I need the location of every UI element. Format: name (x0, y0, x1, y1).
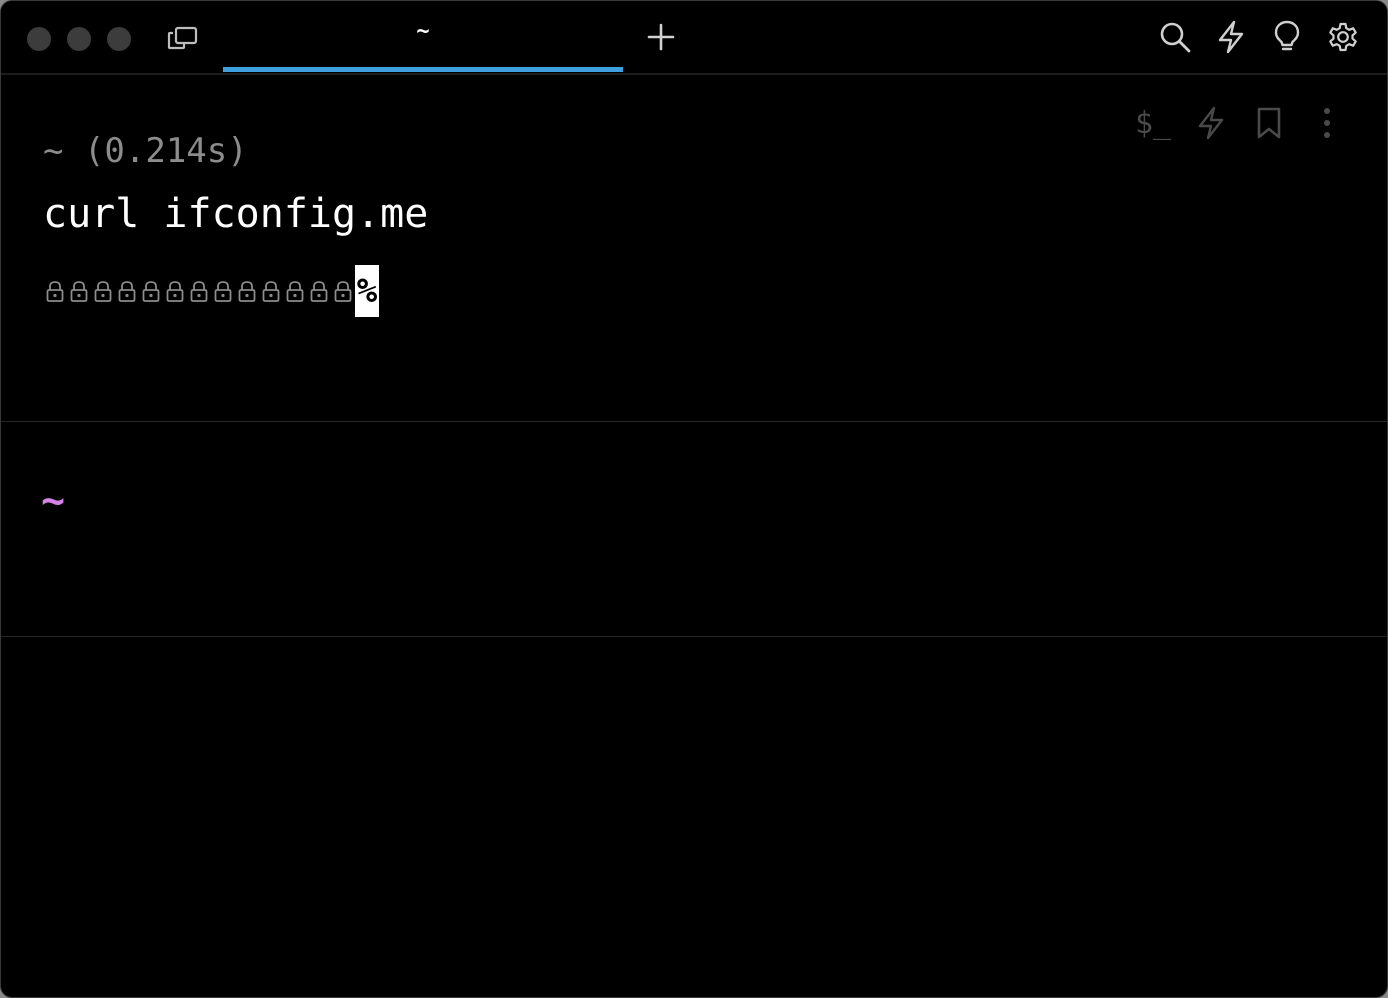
close-window-button[interactable] (27, 27, 51, 51)
command-output: % (43, 265, 379, 317)
shell-button[interactable]: $_ (1133, 103, 1173, 143)
terminal-window: ~ $_ ~ (0.214s) curl ifconfig.me % ~ (0, 0, 1388, 998)
plus-icon (647, 23, 675, 51)
tab-title: ~ (416, 19, 430, 44)
lock-icon (283, 265, 307, 317)
lock-icon (235, 265, 259, 317)
bookmark-button[interactable] (1249, 103, 1289, 143)
minimize-window-button[interactable] (67, 27, 91, 51)
lock-icon (91, 265, 115, 317)
block-prompt: ~ (0.214s) (43, 131, 248, 171)
bolt-icon (1198, 106, 1224, 140)
title-bar: ~ (1, 1, 1387, 75)
lock-icon (67, 265, 91, 317)
block-actions: $_ (1133, 103, 1347, 143)
lock-icon (211, 265, 235, 317)
new-tab-button[interactable] (641, 17, 681, 57)
lock-icon (307, 265, 331, 317)
command-block[interactable]: $_ ~ (0.214s) curl ifconfig.me % (1, 75, 1387, 422)
lock-icon (43, 265, 67, 317)
lock-icon (331, 265, 355, 317)
lock-icon (139, 265, 163, 317)
zoom-window-button[interactable] (107, 27, 131, 51)
input-prompt: ~ (41, 478, 66, 524)
tab-home[interactable]: ~ (223, 1, 623, 73)
lightbulb-icon (1274, 20, 1300, 51)
lock-icon (187, 265, 211, 317)
search-button[interactable] (1155, 17, 1195, 57)
bolt-icon (1218, 20, 1244, 54)
more-options-button[interactable] (1307, 103, 1347, 143)
more-vertical-icon (1324, 108, 1330, 138)
input-block[interactable]: ~ (1, 422, 1387, 637)
block-workflow-button[interactable] (1191, 103, 1231, 143)
gear-icon (1329, 22, 1357, 52)
suggestions-button[interactable] (1267, 17, 1307, 57)
lock-icon (259, 265, 283, 317)
search-icon (1160, 22, 1191, 53)
lock-icon (163, 265, 187, 317)
bookmark-icon (1257, 107, 1281, 139)
lock-icon (115, 265, 139, 317)
active-tab-indicator (223, 67, 623, 72)
command-text: curl ifconfig.me (43, 191, 429, 237)
settings-button[interactable] (1323, 17, 1363, 57)
end-of-output-marker: % (355, 265, 379, 317)
workflows-button[interactable] (1211, 17, 1251, 57)
tabs-panel-icon[interactable] (165, 23, 201, 53)
